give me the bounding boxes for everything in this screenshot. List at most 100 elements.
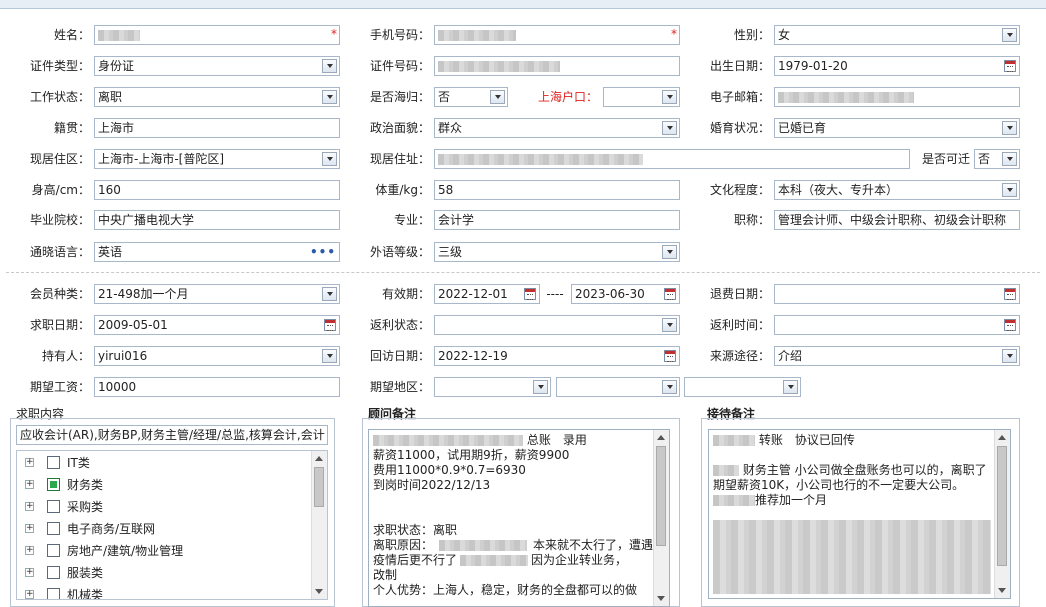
checkbox[interactable] [47,456,60,469]
email-field[interactable] [774,87,1020,107]
more-icon[interactable]: ••• [310,243,336,261]
calendar-icon[interactable] [524,288,536,300]
checkbox[interactable] [47,588,60,599]
region-select[interactable]: 上海市-上海市-[普陀区] [94,149,340,169]
expand-icon[interactable]: + [25,458,34,467]
idno-field[interactable] [434,56,680,76]
overseas-value: 否 [438,90,451,104]
area-province-select[interactable] [434,377,551,397]
tree-scrollbar[interactable] [311,451,327,599]
area-city-select[interactable] [556,377,680,397]
education-select[interactable]: 本科（夜大、专升本） [774,180,1020,200]
chevron-down-icon[interactable] [322,287,337,301]
salary-field[interactable]: 10000 [94,377,340,397]
calendar-icon[interactable] [664,288,676,300]
expand-icon[interactable]: + [25,502,34,511]
chevron-down-icon[interactable] [783,380,798,394]
scroll-thumb[interactable] [314,467,324,507]
member-select[interactable]: 21-498加一个月 [94,284,340,304]
hukou-select[interactable] [603,87,680,107]
reception-scrollbar[interactable] [994,430,1010,598]
expand-icon[interactable]: + [25,590,34,599]
consultant-scrollbar[interactable] [653,430,669,606]
marital-select[interactable]: 已婚已育 [774,118,1020,138]
rebate-select[interactable] [434,315,680,335]
source-select[interactable]: 介绍 [774,346,1020,366]
refund-date-field[interactable] [774,284,1020,304]
chevron-down-icon[interactable] [662,380,677,394]
scroll-up-icon[interactable] [657,435,665,440]
rebatetime-field[interactable] [774,315,1020,335]
consultant-notes-textarea[interactable]: 总账 录用 薪资11000，试用期9折，薪资9900 费用11000*0.9*0… [368,429,670,607]
scroll-up-icon[interactable] [998,435,1006,440]
calendar-icon[interactable] [664,350,676,362]
school-field[interactable]: 中央广播电视大学 [94,210,340,230]
chevron-down-icon[interactable] [1002,183,1017,197]
redacted-text [438,61,560,72]
chevron-down-icon[interactable] [490,90,505,104]
birth-date-field[interactable]: 1979-01-20 [774,56,1020,76]
chevron-down-icon[interactable] [662,121,677,135]
name-field[interactable]: * [94,25,340,45]
relocate-select[interactable]: 否 [974,149,1020,169]
overseas-select[interactable]: 否 [434,87,508,107]
scroll-thumb[interactable] [997,446,1007,566]
valid-to-field[interactable]: 2023-06-30 [571,284,680,304]
address-label: 现居住址： [369,152,430,166]
checkbox[interactable] [47,522,60,535]
expand-icon[interactable]: + [25,568,34,577]
gender-select[interactable]: 女 [774,25,1020,45]
native-field[interactable]: 上海市 [94,118,340,138]
checkbox[interactable] [47,544,60,557]
lang-field[interactable]: 英语 ••• [94,242,340,262]
scroll-down-icon[interactable] [315,589,323,594]
chevron-down-icon[interactable] [1002,28,1017,42]
idtype-select[interactable]: 身份证 [94,56,340,76]
height-field[interactable]: 160 [94,180,340,200]
visit-date-field[interactable]: 2022-12-19 [434,346,680,366]
phone-field[interactable]: * [434,25,680,45]
chevron-down-icon[interactable] [533,380,548,394]
scroll-up-icon[interactable] [315,456,323,461]
chevron-down-icon[interactable] [322,59,337,73]
note-line: 到岗时间2022/12/13 [373,478,491,492]
weight-field[interactable]: 58 [434,180,680,200]
scroll-down-icon[interactable] [998,588,1006,593]
checkbox[interactable] [47,500,60,513]
politics-select[interactable]: 群众 [434,118,680,138]
idno-label: 证件号码： [369,59,430,73]
checkbox-checked[interactable] [47,478,60,491]
jobdate-field[interactable]: 2009-05-01 [94,315,340,335]
chevron-down-icon[interactable] [322,90,337,104]
chevron-down-icon[interactable] [1002,349,1017,363]
chevron-down-icon[interactable] [322,152,337,166]
calendar-icon[interactable] [1004,288,1016,300]
expand-icon[interactable]: + [25,480,34,489]
major-field[interactable]: 会计学 [434,210,680,230]
valid-from-field[interactable]: 2022-12-01 [434,284,540,304]
address-field[interactable] [434,149,910,169]
checkbox[interactable] [47,566,60,579]
calendar-icon[interactable] [1004,319,1016,331]
job-summary-field[interactable]: 应收会计(AR),财务BP,财务主管/经理/总监,核算会计,会计 [16,425,328,445]
chevron-down-icon[interactable] [662,318,677,332]
chevron-down-icon[interactable] [1002,152,1017,166]
scroll-down-icon[interactable] [657,596,665,601]
reception-notes-textarea[interactable]: 转账 协议已回传 财务主管 小公司做全盘账务也可以的，离职了 期望薪资10K，小… [708,429,1011,599]
scroll-thumb[interactable] [656,446,666,546]
calendar-icon[interactable] [1004,60,1016,72]
holder-select[interactable]: yirui016 [94,346,340,366]
chevron-down-icon[interactable] [662,90,677,104]
level-select[interactable]: 三级 [434,242,680,262]
title-field[interactable]: 管理会计师、中级会计职称、初级会计职称 [774,210,1020,230]
calendar-icon[interactable] [324,319,336,331]
politics-label: 政治面貌： [369,121,430,135]
area-district-select[interactable] [684,377,801,397]
chevron-down-icon[interactable] [662,245,677,259]
chevron-down-icon[interactable] [1002,121,1017,135]
expand-icon[interactable]: + [25,546,34,555]
expand-icon[interactable]: + [25,524,34,533]
workstatus-select[interactable]: 离职 [94,87,340,107]
chevron-down-icon[interactable] [322,349,337,363]
